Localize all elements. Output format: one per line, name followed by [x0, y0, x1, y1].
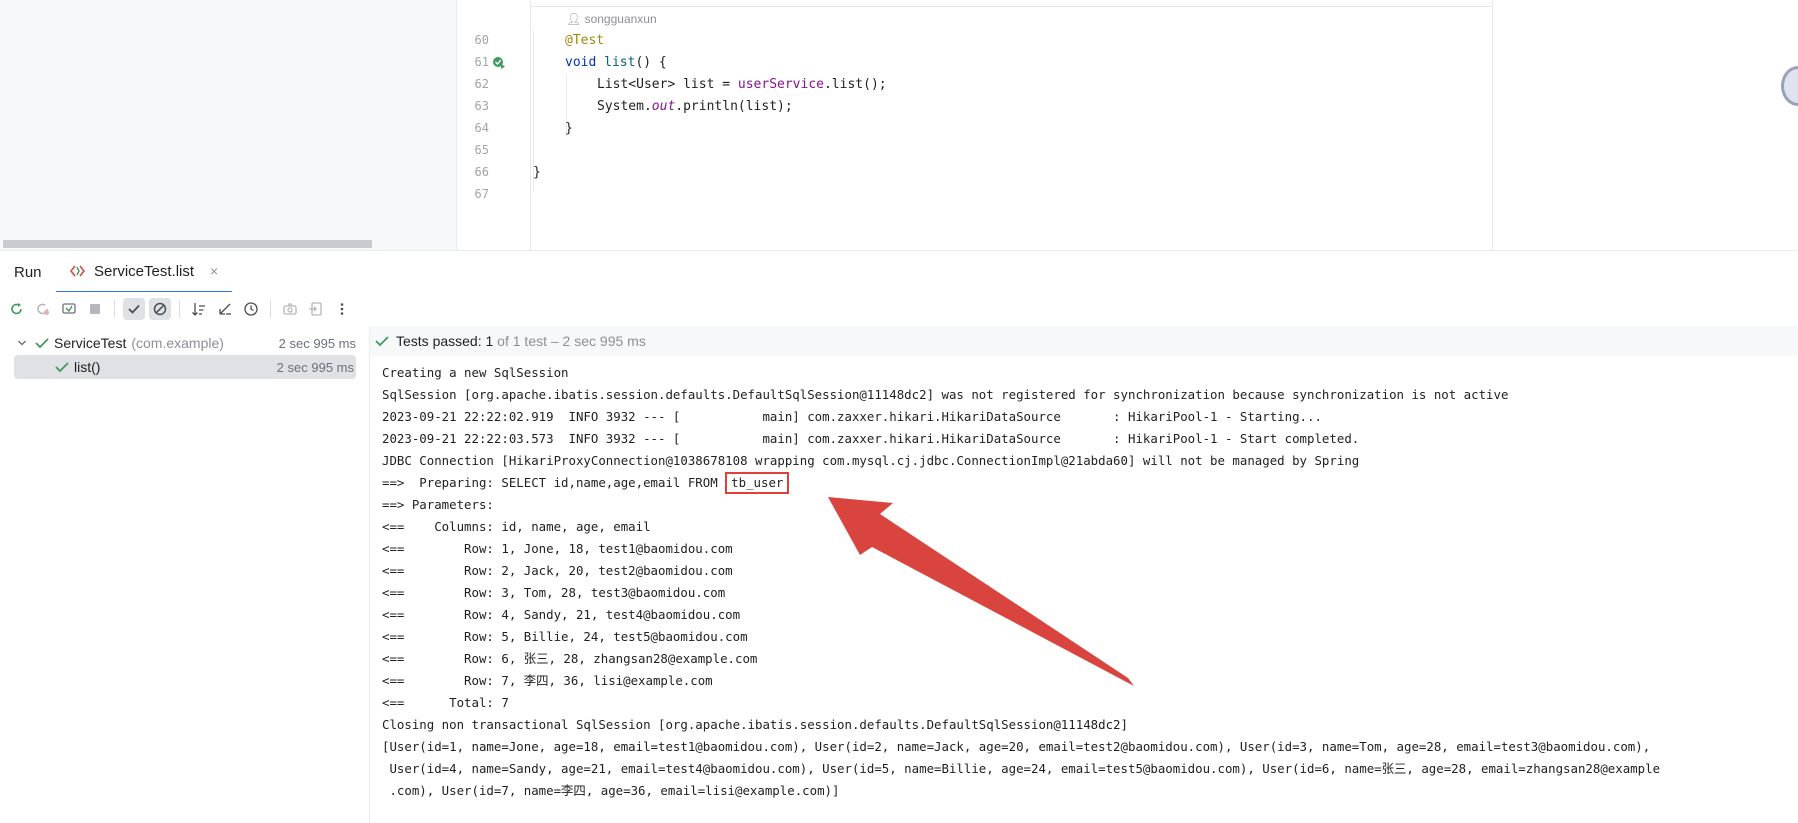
line-number: 61: [474, 55, 489, 69]
console-line: 2023-09-21 22:22:02.919 INFO 3932 --- [ …: [382, 409, 1322, 424]
code-line-60: @Test: [565, 30, 604, 52]
project-pane: [0, 0, 457, 250]
console-line: <== Row: 2, Jack, 20, test2@baomidou.com: [382, 563, 733, 578]
test-tree: ServiceTest (com.example) 2 sec 995 ms l…: [0, 326, 370, 823]
tree-node-time: 2 sec 995 ms: [276, 359, 354, 375]
keyword-token: void: [565, 55, 597, 70]
close-icon[interactable]: ×: [210, 263, 218, 279]
console-line: ==> Parameters:: [382, 497, 502, 512]
console-line: [User(id=1, name=Jone, age=18, email=tes…: [382, 739, 1651, 754]
passed-check-icon: [35, 338, 49, 349]
console-line: Closing non transactional SqlSession [or…: [382, 717, 1128, 732]
toolbar-separator: [270, 300, 271, 318]
tree-node-list[interactable]: list() 2 sec 995 ms: [14, 355, 356, 379]
test-status-bar: Tests passed: 1 of 1 test – 2 sec 995 ms: [370, 326, 1798, 356]
console-pane[interactable]: Tests passed: 1 of 1 test – 2 sec 995 ms…: [370, 326, 1798, 823]
person-icon: 👤︎: [566, 12, 582, 26]
author-name: songguanxun: [584, 12, 657, 26]
run-tool-window-header: Run ServiceTest.list ×: [0, 250, 1798, 293]
console-line: <== Row: 5, Billie, 24, test5@baomidou.c…: [382, 629, 748, 644]
code-line-62: List<User> list = userService.list();: [597, 74, 887, 96]
line-number: 63: [474, 99, 489, 113]
code-token: .list();: [823, 77, 887, 92]
line-number: 60: [474, 33, 489, 47]
sort-alpha-icon[interactable]: [188, 298, 210, 320]
console-line: User(id=4, name=Sandy, age=21, email=tes…: [382, 761, 1661, 776]
chevron-down-icon[interactable]: [16, 337, 28, 349]
line-number: 64: [474, 121, 489, 135]
show-ignored-icon[interactable]: [149, 298, 171, 320]
tree-node-label: ServiceTest: [54, 335, 127, 351]
console-line-preparing: ==> Preparing: SELECT id,name,age,email …: [382, 472, 1792, 494]
run-test-gutter-icon[interactable]: [492, 56, 506, 70]
test-config-icon: [70, 265, 86, 277]
field-token: userService: [737, 77, 824, 92]
code-line-63: System.out.println(list);: [597, 96, 793, 118]
tab-servicetest-list[interactable]: ServiceTest.list ×: [56, 251, 233, 293]
code-line-61: void list() {: [565, 52, 667, 74]
console-line: SqlSession [org.apache.ibatis.session.de…: [382, 387, 1509, 402]
passed-check-icon: [55, 362, 69, 373]
code-token: List<User> list =: [597, 77, 738, 92]
preparing-sql: ==> Preparing: SELECT id,name,age,email …: [382, 475, 726, 490]
line-number: 62: [474, 77, 489, 91]
history-icon[interactable]: [240, 298, 262, 320]
code-token: () {: [635, 55, 667, 70]
status-suffix: of 1 test – 2 sec 995 ms: [493, 333, 646, 349]
code-line-64: }: [565, 121, 573, 136]
horizontal-scrollbar[interactable]: [3, 240, 372, 248]
method-name-token: list: [604, 55, 636, 70]
code-line-66: }: [533, 165, 541, 180]
rerun-icon[interactable]: [6, 298, 28, 320]
tree-node-label: list(): [74, 359, 101, 375]
screenshot-icon[interactable]: [279, 298, 301, 320]
export-icon[interactable]: [305, 298, 327, 320]
console-line: <== Total: 7: [382, 695, 509, 710]
console-line: 2023-09-21 22:22:03.573 INFO 3932 --- [ …: [382, 431, 1360, 446]
console-line: .com), User(id=7, name=李四, age=36, email…: [382, 783, 840, 798]
show-passed-icon[interactable]: [123, 298, 145, 320]
toolbar-separator: [114, 300, 115, 318]
avatar[interactable]: [1781, 66, 1798, 106]
console-line: <== Row: 7, 李四, 36, lisi@example.com: [382, 673, 713, 688]
console-line: <== Row: 4, Sandy, 21, test4@baomidou.co…: [382, 607, 741, 622]
static-field-token: out: [651, 99, 676, 114]
highlighted-table-name: tb_user: [725, 472, 790, 494]
status-prefix: Tests passed:: [396, 333, 486, 349]
toolbar-separator: [179, 300, 180, 318]
status-text: Tests passed: 1 of 1 test – 2 sec 995 ms: [396, 333, 646, 349]
code-editor[interactable]: [530, 0, 1493, 250]
line-number: 66: [474, 165, 489, 179]
annotation-token: @Test: [565, 33, 605, 48]
console-line: <== Row: 6, 张三, 28, zhangsan28@example.c…: [382, 651, 758, 666]
stop-icon[interactable]: [84, 298, 106, 320]
console-line: <== Row: 3, Tom, 28, test3@baomidou.com: [382, 585, 726, 600]
code-token: .println(list);: [675, 99, 793, 114]
more-icon[interactable]: [331, 298, 353, 320]
editor-area: 👤︎ songguanxun 60 61 62 63 64 65 66 67 @…: [0, 0, 1798, 250]
run-toolbar: [0, 292, 1798, 326]
tab-label: ServiceTest.list: [94, 262, 195, 280]
console-line: Creating a new SqlSession: [382, 365, 569, 380]
rerun-toggle-icon[interactable]: [58, 298, 80, 320]
console-line: <== Columns: id, name, age, email: [382, 519, 651, 534]
console-output[interactable]: Creating a new SqlSession SqlSession [or…: [382, 362, 1792, 802]
run-window-title: Run: [14, 264, 42, 281]
rerun-failed-icon[interactable]: [32, 298, 54, 320]
tree-node-package: (com.example): [131, 335, 224, 351]
console-line: JDBC Connection [HikariProxyConnection@1…: [382, 453, 1360, 468]
tree-node-servicetest[interactable]: ServiceTest (com.example) 2 sec 995 ms: [16, 331, 356, 355]
sort-duration-icon[interactable]: [214, 298, 236, 320]
line-number: 67: [474, 187, 489, 201]
tree-node-time: 2 sec 995 ms: [278, 335, 356, 351]
author-inlay[interactable]: 👤︎ songguanxun: [566, 12, 657, 26]
code-token: System.: [597, 99, 652, 114]
passed-check-icon: [375, 336, 389, 347]
line-number: 65: [474, 143, 489, 157]
console-line: <== Row: 1, Jone, 18, test1@baomidou.com: [382, 541, 733, 556]
inlay-divider: [530, 6, 1493, 7]
